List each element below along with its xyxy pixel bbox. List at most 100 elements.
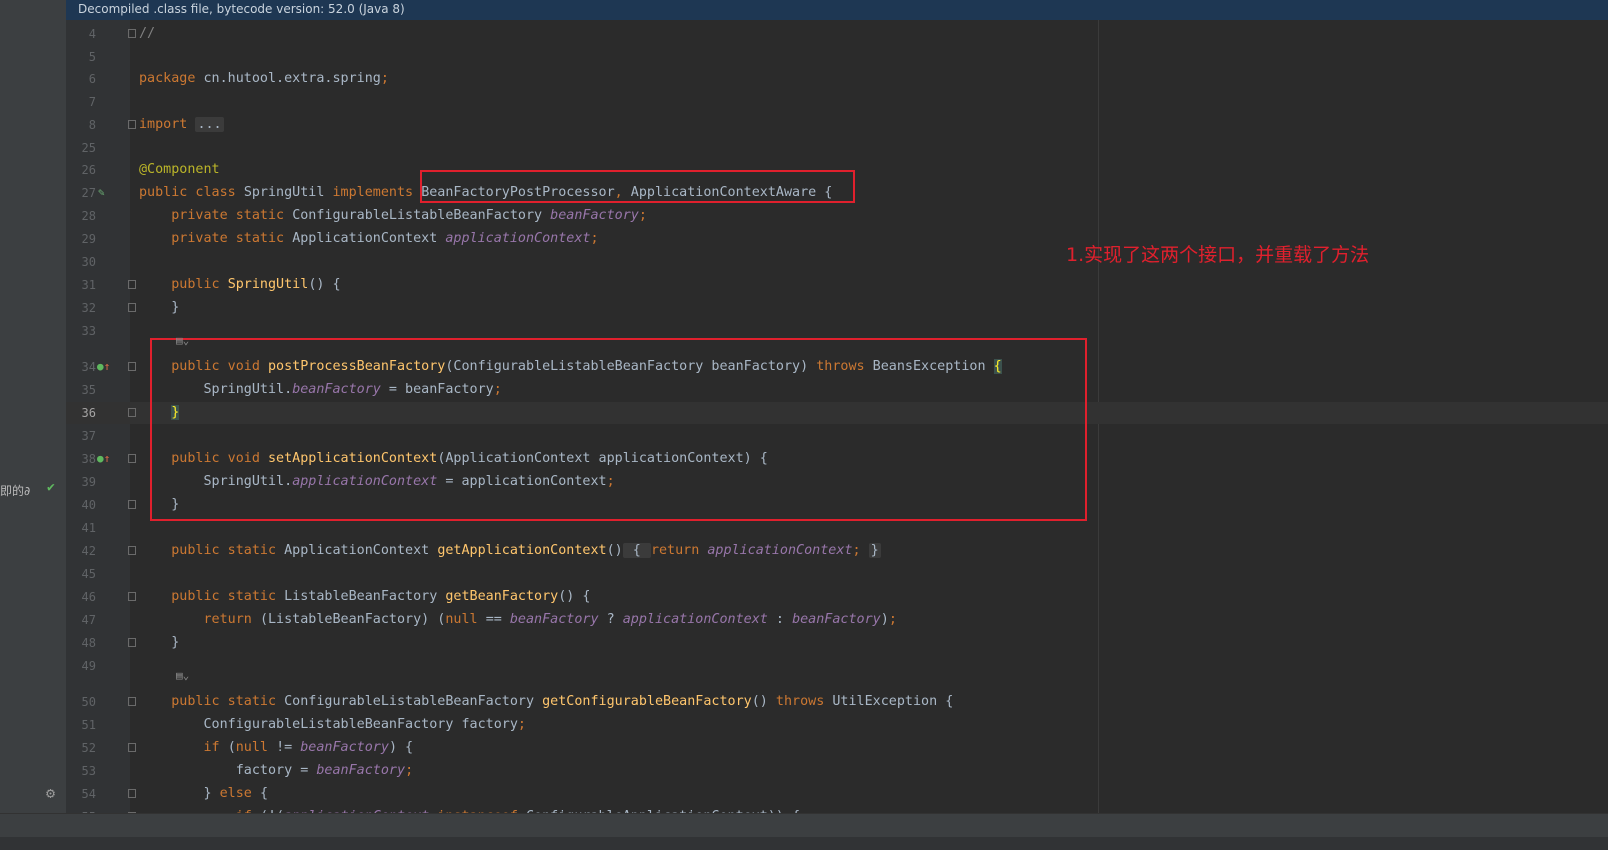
line-number[interactable]: 30	[66, 251, 96, 273]
code-line[interactable]: 25	[66, 137, 1608, 159]
line-number[interactable]: 51	[66, 714, 96, 736]
line-text[interactable]: @Component	[139, 159, 220, 181]
line-number[interactable]: 7	[66, 91, 96, 113]
line-number[interactable]: 49	[66, 655, 96, 677]
code-token: public class	[139, 185, 244, 200]
line-number[interactable]: 28	[66, 205, 96, 227]
line-text[interactable]: if (null != beanFactory) {	[139, 737, 414, 759]
fold-marker-icon[interactable]	[128, 29, 136, 38]
line-number[interactable]: 53	[66, 760, 96, 782]
line-number[interactable]: 50	[66, 691, 96, 713]
line-number[interactable]: 4	[66, 23, 96, 45]
code-line[interactable]: 7	[66, 91, 1608, 113]
code-line[interactable]: 51 ConfigurableListableBeanFactory facto…	[66, 714, 1608, 736]
fold-marker-icon[interactable]	[128, 120, 136, 129]
line-number[interactable]: 26	[66, 159, 96, 181]
line-text[interactable]: public static ListableBeanFactory getBea…	[139, 586, 590, 608]
code-line[interactable]: 45	[66, 563, 1608, 585]
line-number[interactable]: 31	[66, 274, 96, 296]
doc-toggle-icon[interactable]: ▤⌄	[176, 669, 189, 682]
implements-method-icon[interactable]: ●↑	[97, 356, 110, 378]
code-line[interactable]: 4 //	[66, 23, 1608, 45]
code-token: factory =	[139, 763, 317, 778]
line-number[interactable]: 27	[66, 182, 96, 204]
line-text[interactable]: return (ListableBeanFactory) (null == be…	[139, 609, 897, 631]
code-line[interactable]: 29 private static ApplicationContext app…	[66, 228, 1608, 250]
code-token: UtilException {	[832, 694, 954, 709]
line-text[interactable]: } else {	[139, 783, 268, 805]
line-number[interactable]: 47	[66, 609, 96, 631]
fold-marker-icon[interactable]	[128, 303, 136, 312]
gear-icon[interactable]: ⚙	[46, 784, 55, 802]
fold-marker-icon[interactable]	[128, 592, 136, 601]
line-number[interactable]: 33	[66, 320, 96, 342]
fold-marker-icon[interactable]	[128, 500, 136, 509]
code-line[interactable]: 46 public static ListableBeanFactory get…	[66, 586, 1608, 608]
line-number[interactable]: 25	[66, 137, 96, 159]
line-text[interactable]: factory = beanFactory;	[139, 760, 413, 782]
code-line[interactable]: 28 private static ConfigurableListableBe…	[66, 205, 1608, 227]
code-line[interactable]: 6 package cn.hutool.extra.spring;	[66, 68, 1608, 90]
line-number[interactable]: 32	[66, 297, 96, 319]
code-line[interactable]: 42 public static ApplicationContext getA…	[66, 540, 1608, 562]
line-number[interactable]: 46	[66, 586, 96, 608]
code-line[interactable]: 32 }	[66, 297, 1608, 319]
line-text[interactable]: }	[139, 297, 179, 319]
line-text[interactable]: public static ConfigurableListableBeanFa…	[139, 691, 953, 713]
code-line[interactable]: 49	[66, 655, 1608, 677]
code-line[interactable]: 8 import ...	[66, 114, 1608, 136]
code-line[interactable]: 47 return (ListableBeanFactory) (null ==…	[66, 609, 1608, 631]
fold-marker-icon[interactable]	[128, 454, 136, 463]
fold-marker-icon[interactable]	[128, 789, 136, 798]
line-number[interactable]: 38	[66, 448, 96, 470]
line-number[interactable]: 45	[66, 563, 96, 585]
code-line[interactable]: 50 public static ConfigurableListableBea…	[66, 691, 1608, 713]
code-line[interactable]: 54 } else {	[66, 783, 1608, 805]
line-number[interactable]: 37	[66, 425, 96, 447]
line-number[interactable]: 5	[66, 46, 96, 68]
line-number[interactable]: 39	[66, 471, 96, 493]
fold-marker-icon[interactable]	[128, 546, 136, 555]
line-number[interactable]: 52	[66, 737, 96, 759]
fold-marker-icon[interactable]	[128, 638, 136, 647]
line-number[interactable]: 29	[66, 228, 96, 250]
code-line[interactable]: 53 factory = beanFactory;	[66, 760, 1608, 782]
fold-marker-icon[interactable]	[128, 280, 136, 289]
line-number[interactable]: 6	[66, 68, 96, 90]
code-token: private static	[171, 208, 293, 223]
code-line[interactable]: 5	[66, 46, 1608, 68]
doc-toggle-icon[interactable]: ▤⌄	[176, 334, 189, 347]
code-line[interactable]: 31 public SpringUtil() {	[66, 274, 1608, 296]
fold-marker-icon[interactable]	[128, 743, 136, 752]
spring-bean-icon[interactable]: ✎	[98, 182, 105, 204]
fold-marker-icon[interactable]	[128, 362, 136, 371]
line-number[interactable]: 34	[66, 356, 96, 378]
line-text[interactable]: public SpringUtil() {	[139, 274, 340, 296]
line-number[interactable]: 35	[66, 379, 96, 401]
line-text[interactable]: public static ApplicationContext getAppl…	[139, 540, 881, 562]
highlight-box-interfaces	[420, 170, 855, 203]
code-line[interactable]: 52 if (null != beanFactory) {	[66, 737, 1608, 759]
line-text[interactable]: private static ConfigurableListableBeanF…	[139, 205, 647, 227]
code-line[interactable]: 48 }	[66, 632, 1608, 654]
line-text[interactable]: package cn.hutool.extra.spring;	[139, 68, 389, 90]
line-number[interactable]: 41	[66, 517, 96, 539]
line-number[interactable]: 36	[66, 402, 96, 424]
line-number[interactable]: 48	[66, 632, 96, 654]
line-text[interactable]: }	[139, 632, 179, 654]
line-number[interactable]: 40	[66, 494, 96, 516]
line-text[interactable]: ConfigurableListableBeanFactory factory;	[139, 714, 526, 736]
implements-method-icon[interactable]: ●↑	[97, 448, 110, 470]
code-line[interactable]: 30	[66, 251, 1608, 273]
line-text[interactable]: import ...	[139, 114, 224, 136]
line-text[interactable]: //	[139, 23, 155, 45]
line-number[interactable]: 8	[66, 114, 96, 136]
fold-marker-icon[interactable]	[128, 697, 136, 706]
line-text[interactable]: private static ApplicationContext applic…	[139, 228, 598, 250]
code-token: //	[139, 26, 156, 41]
code-token: }	[868, 543, 881, 558]
line-number[interactable]: 42	[66, 540, 96, 562]
fold-marker-icon[interactable]	[128, 408, 136, 417]
line-number[interactable]: 54	[66, 783, 96, 805]
